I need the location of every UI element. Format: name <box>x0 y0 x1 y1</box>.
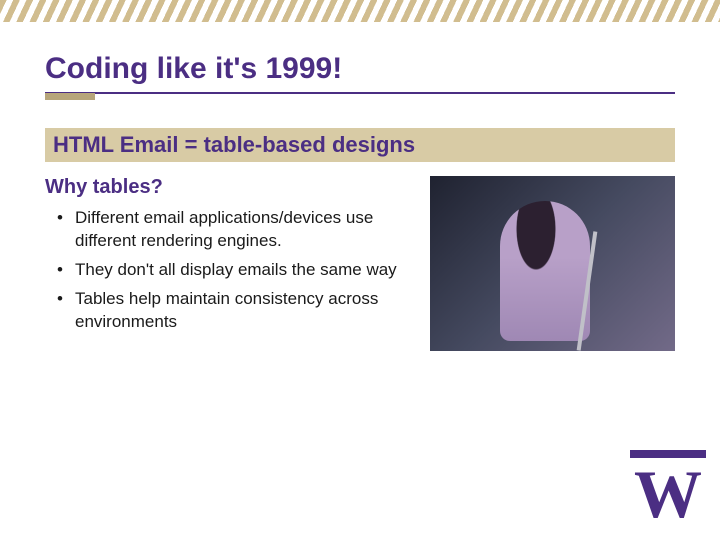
title-accent-bar <box>45 93 95 100</box>
slide-subtitle: HTML Email = table-based designs <box>45 128 675 162</box>
list-item: Different email applications/devices use… <box>75 207 410 253</box>
logo-bar <box>630 450 706 458</box>
logo-letter: W <box>634 456 702 532</box>
image-placeholder-figure <box>500 201 590 341</box>
title-area: Coding like it's 1999! <box>0 22 720 110</box>
section-heading: Why tables? <box>45 176 410 199</box>
content-row: Why tables? Different email applications… <box>0 162 720 351</box>
text-column: Why tables? Different email applications… <box>45 176 410 351</box>
decorative-stripe <box>0 0 720 22</box>
list-item: They don't all display emails the same w… <box>75 259 410 282</box>
list-item: Tables help maintain consistency across … <box>75 288 410 334</box>
slide-title: Coding like it's 1999! <box>45 52 675 94</box>
uw-logo: W <box>634 460 702 528</box>
slide-image <box>430 176 675 351</box>
bullet-list: Different email applications/devices use… <box>45 207 410 334</box>
